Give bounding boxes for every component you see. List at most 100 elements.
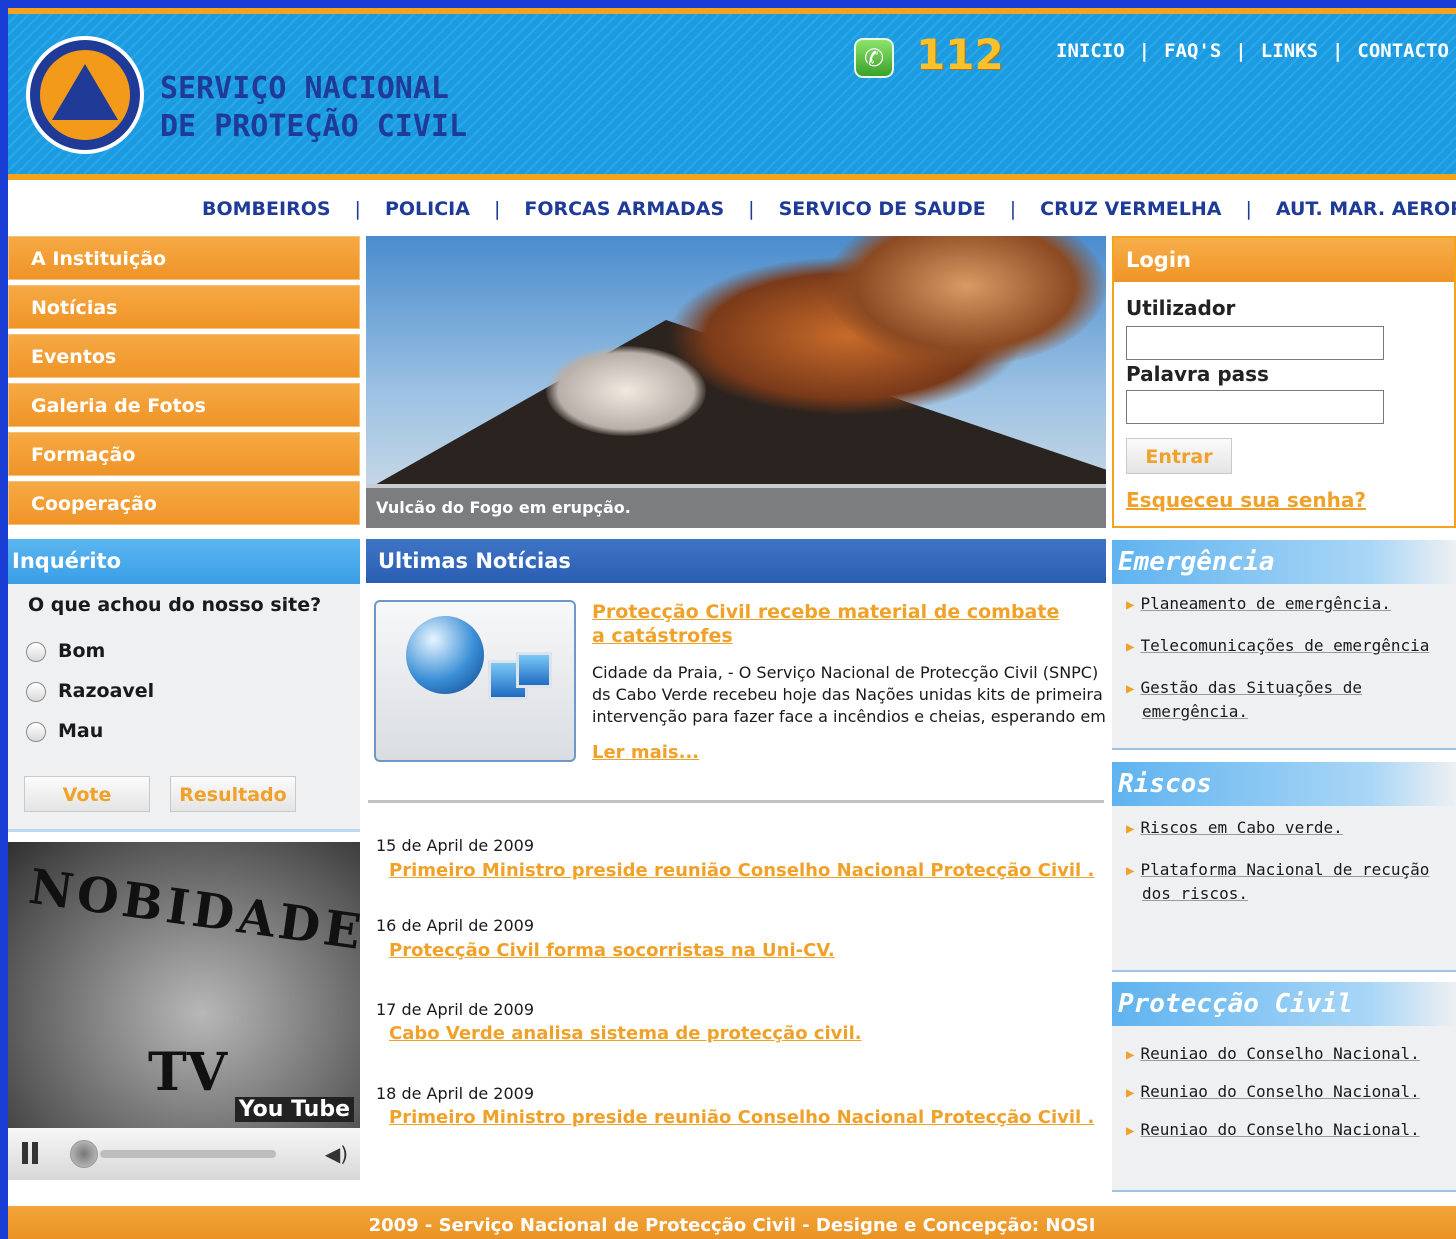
emergencia-link[interactable]: ▶ Planeamento de emergência. (1126, 592, 1391, 617)
video-screen[interactable]: NOBIDADE TV You Tube (8, 842, 360, 1128)
site-title-line1: SERVIÇO NACIONAL (160, 71, 449, 106)
emergencia-link[interactable]: ▶ Gestão das Situações de (1126, 676, 1362, 701)
proteccao-panel: Protecção Civil ▶ Reuniao do Conselho Nac… (1112, 982, 1456, 1192)
poll-panel: O que achou do nosso site? Bom Razoavel … (8, 584, 360, 832)
news-link[interactable]: Primeiro Ministro preside reunião Consel… (389, 1107, 1094, 1128)
nav-separator: | (748, 198, 755, 220)
forgot-password-link[interactable]: Esqueceu sua senha? (1126, 488, 1366, 512)
video-controls: ◀) (8, 1128, 360, 1180)
results-button[interactable]: Resultado (170, 776, 296, 812)
username-input[interactable] (1126, 326, 1384, 360)
site-title-line2: DE PROTEÇÃO CIVIL (160, 109, 468, 144)
nav-bombeiros[interactable]: BOMBEIROS (202, 198, 331, 220)
video-tv-text: TV (148, 1042, 228, 1103)
seek-handle[interactable] (70, 1140, 98, 1168)
youtube-logo[interactable]: You Tube (234, 1097, 354, 1122)
top-nav-inicio[interactable]: INICIO (1056, 40, 1125, 62)
site-header: SERVIÇO NACIONAL DE PROTEÇÃO CIVIL ✆ 112… (8, 8, 1456, 180)
featured-news-body: Cidade da Praia, - O Serviço Nacional de… (592, 663, 1106, 726)
volume-icon[interactable]: ◀) (325, 1142, 348, 1166)
nav-policia[interactable]: POLICIA (385, 198, 470, 220)
poll-option-label: Bom (58, 640, 106, 662)
top-nav-links[interactable]: LINKS (1261, 40, 1318, 62)
news-date: 15 de April de 2009 (376, 836, 534, 855)
globe-icon (406, 616, 484, 694)
radio-button[interactable] (26, 721, 46, 742)
news-date: 17 de April de 2009 (376, 1000, 534, 1019)
poll-option-label: Mau (58, 720, 104, 742)
menu-item-instituicao[interactable]: A Instituição (8, 236, 360, 280)
top-nav-faqs[interactable]: FAQ'S (1164, 40, 1221, 62)
nav-forcas-armadas[interactable]: FORCAS ARMADAS (524, 198, 724, 220)
nav-servico-de-saude[interactable]: SERVICO DE SAUDE (779, 198, 986, 220)
emergencia-link[interactable]: ▶ Telecomunicações de emergência (1126, 634, 1429, 659)
poll-option-label: Razoavel (58, 680, 155, 702)
radio-button[interactable] (26, 641, 46, 662)
site-title: SERVIÇO NACIONAL DE PROTEÇÃO CIVIL (160, 70, 467, 146)
emergencia-title: Emergência (1112, 540, 1456, 584)
menu-item-noticias[interactable]: Notícias (8, 285, 360, 329)
nav-separator: | (493, 198, 501, 220)
vote-button[interactable]: Vote (24, 776, 150, 812)
proteccao-title: Protecção Civil (1112, 982, 1456, 1026)
menu-item-cooperacao[interactable]: Cooperação (8, 481, 360, 525)
logo-triangle-icon (52, 64, 118, 120)
poll-option-razoavel[interactable]: Razoavel (26, 680, 154, 702)
poll-option-bom[interactable]: Bom (26, 640, 105, 662)
emergencia-link-label: Telecomunicações de emergência (1140, 636, 1430, 655)
riscos-link-label: Plataforma Nacional de recução (1140, 860, 1430, 879)
emergencia-panel: Emergência ▶ Planeamento de emergência. ▶… (1112, 540, 1456, 750)
seek-track[interactable] (100, 1150, 276, 1158)
proteccao-link[interactable]: ▶ Reuniao do Conselho Nacional. (1126, 1118, 1420, 1143)
news-thumbnail[interactable] (374, 600, 576, 762)
nav-separator: | (1235, 40, 1247, 62)
video-title-text: NOBIDADE (25, 858, 360, 962)
news-link[interactable]: Protecção Civil forma socorristas na Uni… (389, 940, 835, 961)
radio-button[interactable] (26, 681, 46, 702)
emergencia-link-continuation[interactable]: emergência. (1142, 700, 1248, 724)
poll-title: Inquérito (8, 539, 360, 584)
riscos-link[interactable]: ▶ Plataforma Nacional de recução (1126, 858, 1429, 883)
proteccao-link-label: Reuniao do Conselho Nacional. (1140, 1082, 1420, 1101)
top-nav-contacto[interactable]: CONTACTO (1357, 40, 1449, 62)
pause-icon[interactable] (22, 1142, 28, 1164)
menu-item-formacao[interactable]: Formação (8, 432, 360, 476)
top-nav: INICIO | FAQ'S | LINKS | CONTACTO (1056, 40, 1449, 62)
login-panel: Login Utilizador Palavra pass Entrar Esq… (1112, 236, 1456, 528)
arrow-right-icon: ▶ (1126, 821, 1135, 837)
arrow-right-icon: ▶ (1126, 681, 1135, 697)
riscos-panel: Riscos ▶ Riscos em Cabo verde. ▶ Plataform… (1112, 762, 1456, 972)
news-link[interactable]: Primeiro Ministro preside reunião Consel… (389, 860, 1094, 881)
hero-caption: Vulcão do Fogo em erupção. (366, 488, 1106, 528)
featured-news-title[interactable]: Protecção Civil recebe material de comba… (592, 600, 1062, 648)
riscos-link-continuation[interactable]: dos riscos. (1142, 882, 1248, 906)
arrow-right-icon: ▶ (1126, 1047, 1135, 1063)
login-submit-button[interactable]: Entrar (1126, 438, 1232, 474)
nav-aut-mar-aerop[interactable]: AUT. MAR. AEROP (1276, 198, 1456, 220)
civil-protection-logo[interactable] (26, 36, 144, 154)
nav-cruz-vermelha[interactable]: CRUZ VERMELHA (1040, 198, 1221, 220)
proteccao-link-label: Reuniao do Conselho Nacional. (1140, 1044, 1420, 1063)
page: SERVIÇO NACIONAL DE PROTEÇÃO CIVIL ✆ 112… (8, 8, 1456, 1239)
menu-item-eventos[interactable]: Eventos (8, 334, 360, 378)
phone-icon: ✆ (854, 38, 894, 78)
emergencia-link-label: Planeamento de emergência. (1140, 594, 1391, 613)
hero-image: Vulcão do Fogo em erupção. (366, 236, 1106, 528)
news-section-title: Ultimas Notícias (366, 539, 1106, 583)
menu-item-galeria[interactable]: Galeria de Fotos (8, 383, 360, 427)
emergencia-link-label: Gestão das Situações de (1140, 678, 1362, 697)
proteccao-link[interactable]: ▶ Reuniao do Conselho Nacional. (1126, 1042, 1420, 1067)
riscos-link[interactable]: ▶ Riscos em Cabo verde. (1126, 816, 1343, 841)
nav-separator: | (354, 198, 361, 220)
password-input[interactable] (1126, 390, 1384, 424)
video-player[interactable]: NOBIDADE TV You Tube ◀) (8, 842, 360, 1180)
emergency-number: 112 (916, 30, 1004, 79)
riscos-link-label: Riscos em Cabo verde. (1140, 818, 1343, 837)
news-link[interactable]: Cabo Verde analisa sistema de protecção … (389, 1023, 862, 1044)
read-more-link[interactable]: Ler mais... (592, 742, 699, 763)
login-title: Login (1114, 238, 1454, 282)
proteccao-link[interactable]: ▶ Reuniao do Conselho Nacional. (1126, 1080, 1420, 1105)
nav-separator: | (1138, 40, 1151, 62)
poll-option-mau[interactable]: Mau (26, 720, 103, 742)
nav-separator: | (1245, 198, 1252, 220)
